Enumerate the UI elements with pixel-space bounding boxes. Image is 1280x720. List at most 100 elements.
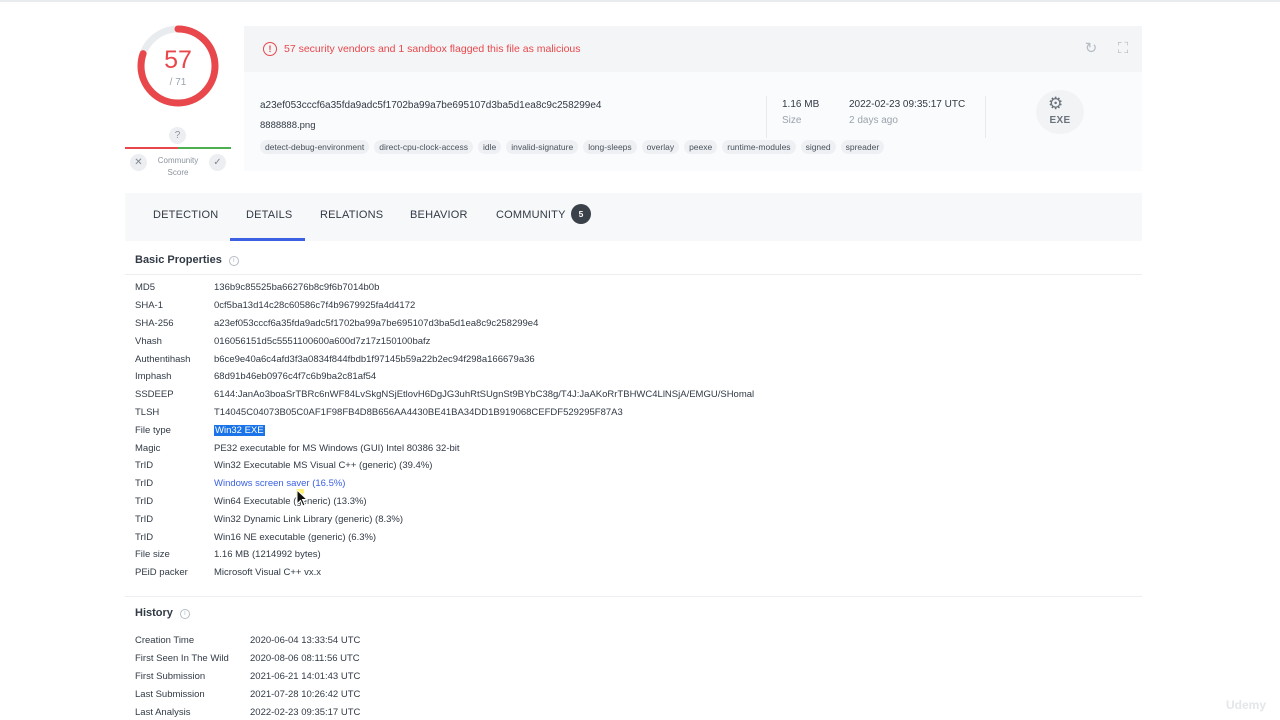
tag-chip[interactable]: overlay bbox=[641, 140, 680, 154]
detection-score-gauge: 57 / 71 bbox=[136, 24, 220, 108]
community-score-bar bbox=[125, 147, 231, 149]
property-key: TrID bbox=[135, 495, 154, 507]
tag-list: detect-debug-environment direct-cpu-clock… bbox=[260, 140, 885, 154]
tag-chip[interactable]: runtime-modules bbox=[722, 140, 796, 154]
file-size-label: Size bbox=[782, 115, 802, 126]
tab-behavior[interactable]: BEHAVIOR bbox=[410, 209, 468, 221]
history-row: Last Analysis 2022-02-23 09:35:17 UTC bbox=[135, 703, 735, 720]
file-type-label: EXE bbox=[1049, 115, 1071, 126]
property-row: SSDEEP 6144:JanAo3boaSrTBRc6nWF84LvSkgNSj… bbox=[135, 386, 1135, 404]
question-icon[interactable]: ? bbox=[169, 127, 186, 144]
property-key: PEiD packer bbox=[135, 567, 188, 579]
property-key: File type bbox=[135, 424, 171, 436]
history-value: 2020-06-04 13:33:54 UTC bbox=[250, 635, 361, 647]
history-key: Creation Time bbox=[135, 635, 195, 647]
community-count-badge: 5 bbox=[571, 204, 591, 224]
tab-community[interactable]: COMMUNITY bbox=[496, 209, 566, 221]
engine-total: / 71 bbox=[169, 77, 187, 88]
detection-count: 57 bbox=[164, 46, 192, 74]
tag-chip[interactable]: idle bbox=[478, 140, 502, 154]
community-score: ? ✕ Community Score ✓ bbox=[124, 126, 232, 182]
history-title: History i bbox=[135, 607, 190, 619]
tab-detection[interactable]: DETECTION bbox=[153, 209, 218, 221]
exe-file-icon: ⚙ EXE bbox=[1036, 90, 1084, 134]
tag-chip[interactable]: invalid-signature bbox=[506, 140, 579, 154]
property-key: MD5 bbox=[135, 282, 156, 294]
history-row: Creation Time 2020-06-04 13:33:54 UTC bbox=[135, 632, 735, 650]
property-value[interactable]: Windows screen saver (16.5%) bbox=[214, 478, 345, 489]
file-summary-panel: ! 57 security vendors and 1 sandbox flag… bbox=[244, 26, 1142, 171]
community-score-label: Community Score bbox=[157, 156, 199, 177]
info-icon[interactable]: i bbox=[179, 609, 190, 619]
property-row: PEiD packer Microsoft Visual C++ vx.x bbox=[135, 564, 1135, 582]
property-row: File type Win32 EXE bbox=[135, 421, 1135, 439]
tab-bar: DETECTION DETAILS RELATIONS BEHAVIOR COM… bbox=[125, 193, 1142, 241]
history-value: 2022-02-23 09:35:17 UTC bbox=[250, 706, 361, 718]
property-row: TrID Windows screen saver (16.5%) bbox=[135, 475, 1135, 493]
property-value: T14045C04073B05C0AF1F98FB4D8B656AA4430BE… bbox=[214, 406, 623, 418]
tab-relations[interactable]: RELATIONS bbox=[320, 209, 383, 221]
property-row: Vhash 016056151d5c5551100600a600d7z17z150… bbox=[135, 332, 1135, 350]
tag-chip[interactable]: spreader bbox=[840, 140, 885, 154]
tag-chip[interactable]: long-sleeps bbox=[583, 140, 637, 154]
history-value: 2020-08-06 08:11:56 UTC bbox=[250, 653, 360, 665]
property-value: Win32 Executable MS Visual C++ (generic)… bbox=[214, 460, 433, 472]
property-key: TrID bbox=[135, 478, 154, 490]
divider bbox=[985, 96, 986, 138]
tag-chip[interactable]: signed bbox=[800, 140, 836, 154]
tag-chip[interactable]: detect-debug-environment bbox=[260, 140, 370, 154]
property-key: TrID bbox=[135, 531, 154, 543]
property-value: 1.16 MB (1214992 bytes) bbox=[214, 549, 321, 561]
property-row: Imphash 68d91b46eb0976c4f7c6b9ba2c81af54 bbox=[135, 368, 1135, 386]
property-value: 68d91b46eb0976c4f7c6b9ba2c81af54 bbox=[214, 371, 377, 383]
property-value: 6144:JanAo3boaSrTBRc6nWF84LvSkgNSjEtlovH… bbox=[214, 389, 755, 401]
section-title-text: Basic Properties bbox=[135, 254, 222, 266]
file-name: 8888888.png bbox=[260, 120, 316, 131]
refresh-icon[interactable]: ↻ bbox=[1082, 40, 1100, 58]
history-key: Last Submission bbox=[135, 688, 205, 700]
property-key: Authentihash bbox=[135, 353, 191, 365]
history-value: 2021-06-21 14:01:43 UTC bbox=[250, 670, 361, 682]
property-value: 016056151d5c5551100600a600d7z17z150100ba… bbox=[214, 335, 431, 347]
property-value: 0cf5ba13d14c28c60586c7f4b9679925fa4d4172 bbox=[214, 300, 416, 312]
section-title-text: History bbox=[135, 607, 173, 619]
history-row: Last Submission 2021-07-28 10:26:42 UTC bbox=[135, 685, 735, 703]
property-row: Authentihash b6ce9e40a6c4afd3f3a0834f844f… bbox=[135, 350, 1135, 368]
property-key: SSDEEP bbox=[135, 389, 174, 401]
history-row: First Seen In The Wild 2020-08-06 08:11:5… bbox=[135, 650, 735, 668]
alert-circle-icon: ! bbox=[263, 42, 277, 56]
history-list: Creation Time 2020-06-04 13:33:54 UTC Firs… bbox=[135, 632, 735, 720]
property-key: Imphash bbox=[135, 371, 172, 383]
file-size-value: 1.16 MB bbox=[782, 99, 820, 110]
last-analysis-date: 2022-02-23 09:35:17 UTC bbox=[849, 99, 966, 110]
property-row: File size 1.16 MB (1214992 bytes) bbox=[135, 546, 1135, 564]
property-key: TLSH bbox=[135, 406, 160, 418]
property-value: Win32 EXE bbox=[214, 424, 265, 436]
property-row: MD5 136b9c85525ba66276b8c9f6b7014b0b bbox=[135, 279, 1135, 297]
alert-message: 57 security vendors and 1 sandbox flagge… bbox=[284, 43, 581, 55]
malicious-alert-bar: ! 57 security vendors and 1 sandbox flag… bbox=[244, 26, 1142, 72]
mouse-cursor-icon bbox=[296, 489, 309, 507]
history-key: First Submission bbox=[135, 670, 206, 682]
property-row: TrID Win32 Dynamic Link Library (generic)… bbox=[135, 510, 1135, 528]
property-key: SHA-256 bbox=[135, 317, 174, 329]
gear-icon: ⚙ bbox=[1048, 94, 1064, 113]
tab-details[interactable]: DETAILS bbox=[246, 209, 292, 221]
tag-chip[interactable]: peexe bbox=[684, 140, 718, 154]
check-icon[interactable]: ✓ bbox=[209, 154, 226, 171]
property-value: Microsoft Visual C++ vx.x bbox=[214, 567, 322, 579]
history-value: 2021-07-28 10:26:42 UTC bbox=[250, 688, 361, 700]
history-key: Last Analysis bbox=[135, 706, 191, 718]
close-icon[interactable]: ✕ bbox=[130, 154, 147, 171]
section-divider bbox=[125, 596, 1142, 597]
property-row: SHA-256 a23ef053cccf6a35fda9adc5f1702ba99… bbox=[135, 315, 1135, 333]
info-icon[interactable]: i bbox=[228, 256, 239, 266]
property-key: Vhash bbox=[135, 335, 162, 347]
property-value: a23ef053cccf6a35fda9adc5f1702ba99a7be695… bbox=[214, 317, 539, 329]
file-sha256[interactable]: a23ef053cccf6a35fda9adc5f1702ba99a7be695… bbox=[260, 100, 601, 111]
property-key: File size bbox=[135, 549, 170, 561]
tag-chip[interactable]: direct-cpu-clock-access bbox=[374, 140, 474, 154]
property-row: TLSH T14045C04073B05C0AF1F98FB4D8B656AA44… bbox=[135, 404, 1135, 422]
property-key: TrID bbox=[135, 513, 154, 525]
graph-icon[interactable]: ⛶ bbox=[1114, 40, 1132, 58]
